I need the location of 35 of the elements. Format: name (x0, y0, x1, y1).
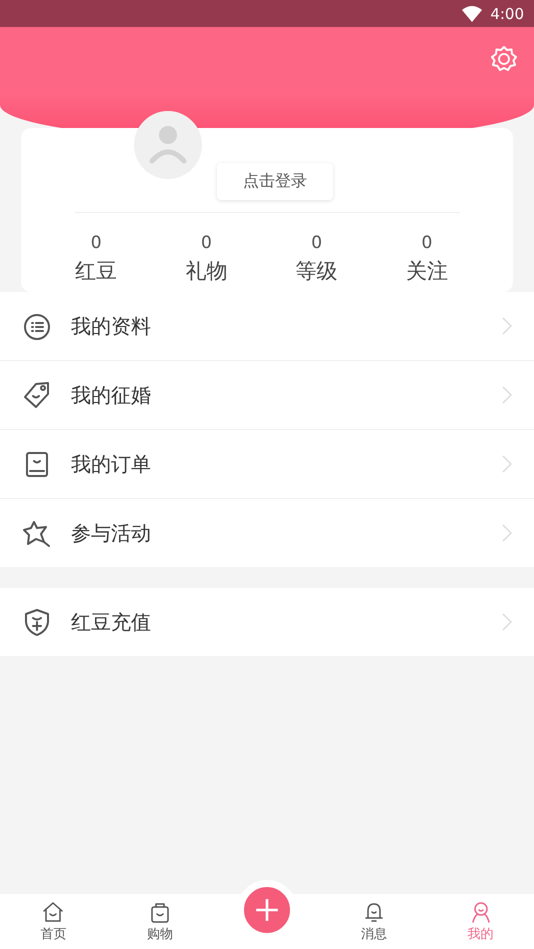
stat-value: 0 (311, 233, 322, 253)
wifi-icon (462, 6, 482, 22)
chevron-icon (502, 613, 512, 631)
tab-item[interactable]: 消息 (320, 894, 428, 949)
home-icon (42, 900, 64, 922)
chevron-icon (502, 317, 512, 335)
shield-icon (22, 607, 52, 637)
person-icon (470, 900, 492, 922)
stat-value: 0 (421, 233, 432, 253)
tab-item[interactable]: 购物 (106, 894, 214, 949)
tab-item[interactable]: 首页 (0, 894, 107, 949)
star-icon (22, 518, 52, 548)
tag-icon (22, 380, 52, 410)
menu-item[interactable]: 我的订单 (0, 430, 534, 499)
chevron-icon (502, 524, 512, 542)
menu-item[interactable]: 我的征婚 (0, 361, 534, 430)
menu-item[interactable]: 我的资料 (0, 292, 534, 361)
stat-label[interactable]: 关注 (406, 257, 448, 285)
status-time: 4:00 (490, 4, 524, 22)
stat-label[interactable]: 红豆 (75, 257, 118, 285)
stat-value: 0 (200, 233, 212, 253)
menu-item[interactable]: 红豆充值 (0, 588, 534, 656)
settings-icon[interactable] (490, 45, 518, 73)
menu-item[interactable]: 参与活动 (0, 499, 534, 567)
bell-icon (362, 900, 385, 922)
plus-icon (254, 897, 280, 923)
chevron-icon (502, 386, 512, 404)
stat-label[interactable]: 礼物 (185, 257, 228, 285)
stat-label[interactable]: 等级 (296, 257, 338, 285)
stat-value: 0 (90, 233, 102, 253)
chevron-icon (502, 455, 512, 473)
avatar-icon[interactable] (134, 111, 202, 179)
list-icon (22, 311, 52, 341)
login-button[interactable]: 点击登录 (217, 163, 333, 200)
shopping-bag-icon (149, 900, 172, 922)
